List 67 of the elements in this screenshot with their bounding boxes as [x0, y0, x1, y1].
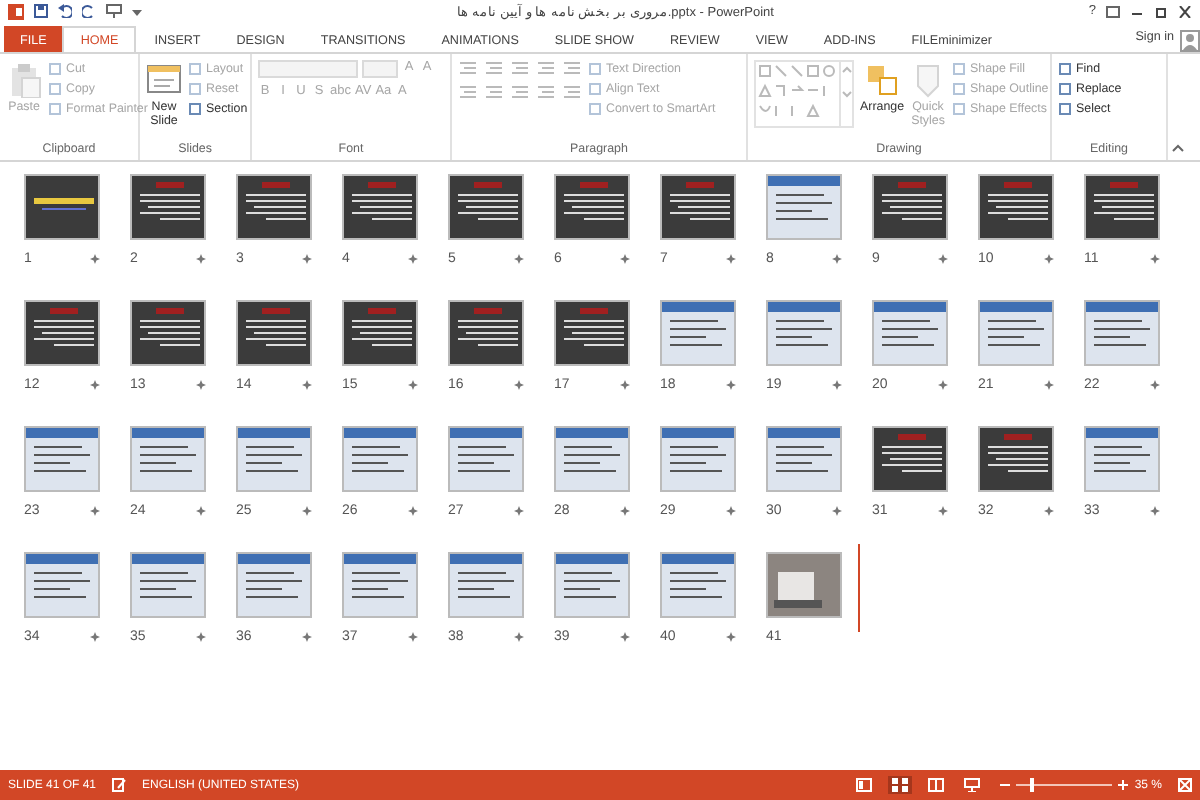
slide-thumbnail[interactable]: [554, 426, 630, 492]
reading-view-button[interactable]: [924, 776, 949, 794]
slide-thumbnail[interactable]: [236, 300, 312, 366]
slide-thumbnail[interactable]: [448, 552, 524, 618]
slide-thumbnail[interactable]: [448, 426, 524, 492]
reading-view-icon: [928, 778, 945, 792]
slide-thumbnail[interactable]: [236, 174, 312, 240]
clipboard-icon: [6, 62, 42, 98]
slide-thumbnail[interactable]: [872, 174, 948, 240]
slide-thumbnail[interactable]: [978, 300, 1054, 366]
close-icon[interactable]: [1178, 5, 1192, 17]
zoom-in-icon[interactable]: [1118, 780, 1129, 790]
slide-thumbnail[interactable]: [660, 426, 736, 492]
slide-thumbnail[interactable]: [24, 174, 100, 240]
normal-view-button[interactable]: [852, 776, 877, 794]
slide-thumbnail[interactable]: [554, 174, 630, 240]
slide-thumbnail[interactable]: [1084, 426, 1160, 492]
insertion-line: [858, 544, 860, 632]
slide-thumbnail[interactable]: [448, 300, 524, 366]
slide-thumbnail[interactable]: [130, 426, 206, 492]
save-icon[interactable]: [34, 4, 48, 18]
slide-thumbnail[interactable]: [24, 552, 100, 618]
slide-thumbnail[interactable]: [978, 174, 1054, 240]
presentation-icon[interactable]: [106, 4, 122, 18]
slide-thumbnail[interactable]: [872, 300, 948, 366]
slide-thumbnail[interactable]: [130, 300, 206, 366]
fit-slide-icon[interactable]: [1178, 778, 1192, 792]
slide-thumbnail[interactable]: [130, 174, 206, 240]
slide-thumbnail[interactable]: [448, 174, 524, 240]
redo-icon[interactable]: [82, 4, 96, 18]
zoom-out-icon[interactable]: [1000, 780, 1011, 790]
collapse-ribbon-icon[interactable]: [1172, 144, 1184, 152]
undo-icon[interactable]: [58, 4, 72, 18]
slide-thumbnail[interactable]: [554, 300, 630, 366]
normal-view-icon: [856, 778, 873, 792]
arrange-icon: [864, 62, 900, 98]
slide-thumbnail[interactable]: [342, 300, 418, 366]
avatar-icon[interactable]: [1180, 30, 1200, 52]
slideshow-button[interactable]: [960, 776, 985, 794]
slideshow-icon: [964, 778, 981, 792]
slide-thumbnail[interactable]: [766, 300, 842, 366]
ribbon-display-icon[interactable]: [1106, 5, 1120, 17]
slide-thumbnail[interactable]: [1084, 174, 1160, 240]
slide-icon: [146, 62, 182, 98]
slide-thumbnail[interactable]: [978, 426, 1054, 492]
restore-icon[interactable]: [1154, 5, 1168, 17]
slide-thumbnail[interactable]: [342, 552, 418, 618]
slide-thumbnail[interactable]: [660, 174, 736, 240]
notes-icon[interactable]: [112, 778, 127, 792]
slide-sorter-icon: [892, 778, 909, 792]
slide-thumbnail[interactable]: [766, 174, 842, 240]
slide-thumbnail[interactable]: [1084, 300, 1160, 366]
slide-thumbnail[interactable]: [660, 300, 736, 366]
slide-thumbnail[interactable]: [24, 426, 100, 492]
slide-thumbnail[interactable]: [660, 552, 736, 618]
slide-thumbnail[interactable]: [872, 426, 948, 492]
slide-thumbnail[interactable]: [24, 300, 100, 366]
slide-thumbnail[interactable]: [342, 426, 418, 492]
slide-thumbnail[interactable]: [342, 174, 418, 240]
slide-thumbnail[interactable]: [236, 426, 312, 492]
slide-thumbnail[interactable]: [766, 552, 842, 618]
slide-thumbnail[interactable]: [130, 552, 206, 618]
slide-sorter-button[interactable]: [888, 776, 913, 794]
slide-thumbnail[interactable]: [236, 552, 312, 618]
slide-thumbnail[interactable]: [554, 552, 630, 618]
caret-icon[interactable]: [132, 7, 142, 15]
slide-thumbnail[interactable]: [766, 426, 842, 492]
